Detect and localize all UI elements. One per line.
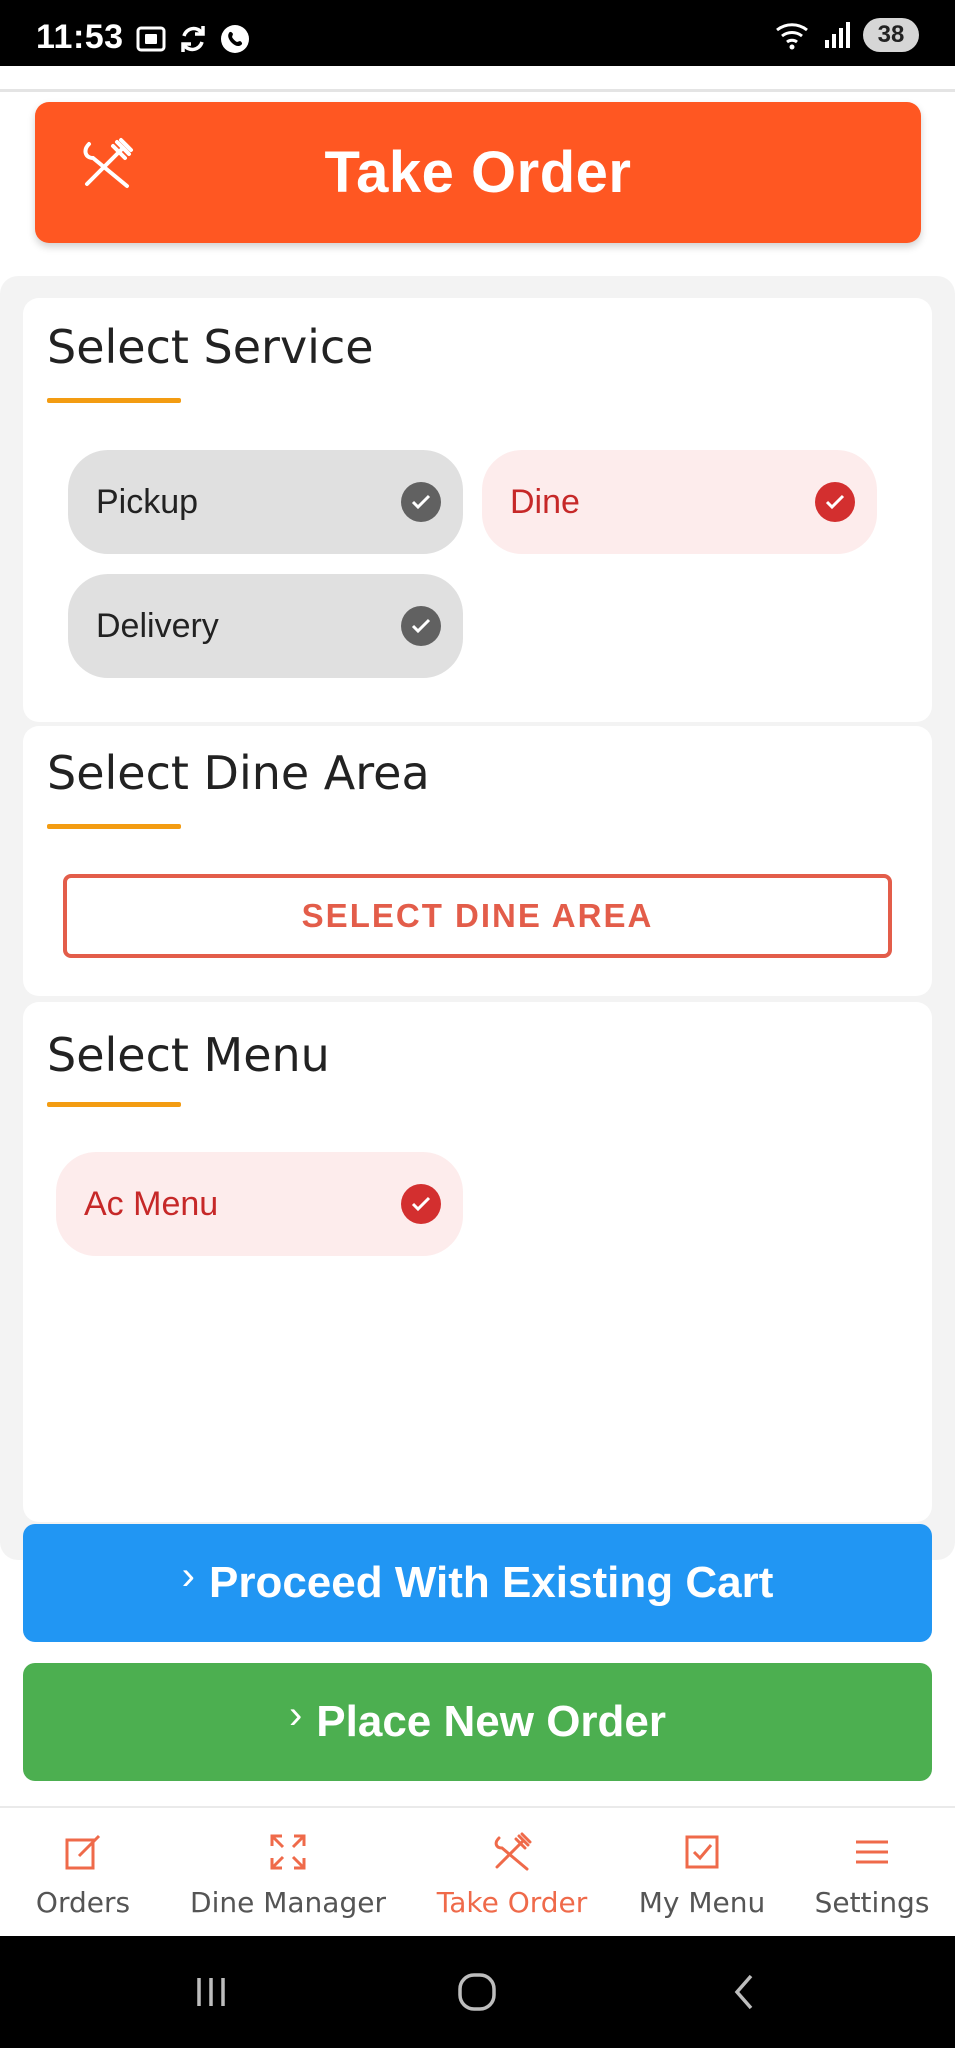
check-circle-icon — [815, 482, 855, 522]
whatsapp-icon — [221, 25, 249, 53]
select-service-card: Select Service Pickup Dine Delivery — [23, 298, 932, 722]
status-icons-left — [134, 22, 252, 56]
chevron-right-icon: › — [288, 1692, 303, 1737]
select-dine-area-card: Select Dine Area SELECT DINE AREA — [23, 726, 932, 996]
back-button[interactable] — [720, 1966, 770, 2018]
screenshot-icon — [136, 26, 166, 52]
recent-apps-icon — [197, 1978, 225, 2006]
checkbox-icon — [685, 1835, 719, 1869]
nav-label: Take Order — [436, 1886, 588, 1919]
system-nav-bar — [0, 1936, 955, 2048]
service-option-delivery[interactable]: Delivery — [68, 574, 463, 678]
app-bar-strip — [0, 66, 955, 92]
nav-label: My Menu — [638, 1886, 766, 1919]
menu-option-ac-menu[interactable]: Ac Menu — [56, 1152, 463, 1256]
proceed-existing-cart-button[interactable]: › Proceed With Existing Cart — [23, 1524, 932, 1642]
signal-icon — [825, 22, 850, 48]
select-service-title: Select Service — [47, 320, 374, 374]
nav-item-dine-manager[interactable]: Dine Manager — [188, 1808, 388, 1938]
nav-item-orders[interactable]: Orders — [28, 1808, 138, 1938]
nav-item-my-menu[interactable]: My Menu — [632, 1808, 772, 1938]
chevron-right-icon: › — [181, 1553, 195, 1598]
check-circle-icon — [401, 482, 441, 522]
title-underline — [47, 824, 181, 829]
sync-icon — [181, 26, 205, 52]
service-option-label: Pickup — [96, 482, 199, 521]
nav-label: Dine Manager — [190, 1886, 386, 1919]
menu-icon — [856, 1840, 888, 1864]
content-area: Select Service Pickup Dine Delivery Sele… — [0, 276, 955, 1560]
nav-label: Orders — [35, 1886, 131, 1919]
edit-icon — [65, 1834, 101, 1870]
place-new-order-button[interactable]: › Place New Order — [23, 1663, 932, 1781]
status-bar: 11:53 38 — [0, 0, 955, 66]
check-circle-icon — [401, 1184, 441, 1224]
check-circle-icon — [401, 606, 441, 646]
menu-option-label: Ac Menu — [84, 1184, 219, 1223]
service-option-label: Delivery — [96, 606, 219, 645]
select-dine-area-title: Select Dine Area — [47, 746, 430, 800]
status-time: 11:53 — [36, 18, 124, 56]
select-menu-card: Select Menu Ac Menu — [23, 1002, 932, 1522]
battery-icon: 38 — [863, 18, 919, 52]
bottom-nav: Orders Dine Manager Take Order My Menu S… — [0, 1806, 955, 1936]
screen: 11:53 38 Take Order Select Service Picku… — [0, 0, 955, 2048]
nav-label: Settings — [814, 1886, 930, 1919]
header-banner: Take Order — [35, 102, 921, 243]
title-underline — [47, 398, 181, 403]
select-dine-area-button[interactable]: SELECT DINE AREA — [63, 874, 892, 958]
service-option-dine[interactable]: Dine — [482, 450, 877, 554]
page-title: Take Order — [324, 140, 632, 205]
title-underline — [47, 1102, 181, 1107]
back-icon — [734, 1974, 753, 2010]
nav-item-take-order[interactable]: Take Order — [432, 1808, 592, 1938]
select-menu-title: Select Menu — [47, 1028, 330, 1082]
status-icons-right: 38 — [775, 18, 919, 52]
home-button[interactable] — [452, 1966, 502, 2018]
service-option-label: Dine — [510, 482, 580, 521]
wifi-6e-icon — [776, 23, 808, 50]
proceed-label: Proceed With Existing Cart — [208, 1558, 774, 1607]
utensils-icon — [494, 1832, 532, 1871]
service-option-pickup[interactable]: Pickup — [68, 450, 463, 554]
new-order-label: Place New Order — [316, 1697, 667, 1746]
recent-apps-button[interactable] — [186, 1966, 236, 2018]
home-icon — [458, 1973, 496, 2011]
nav-item-settings[interactable]: Settings — [812, 1808, 932, 1938]
expand-icon — [270, 1834, 306, 1870]
